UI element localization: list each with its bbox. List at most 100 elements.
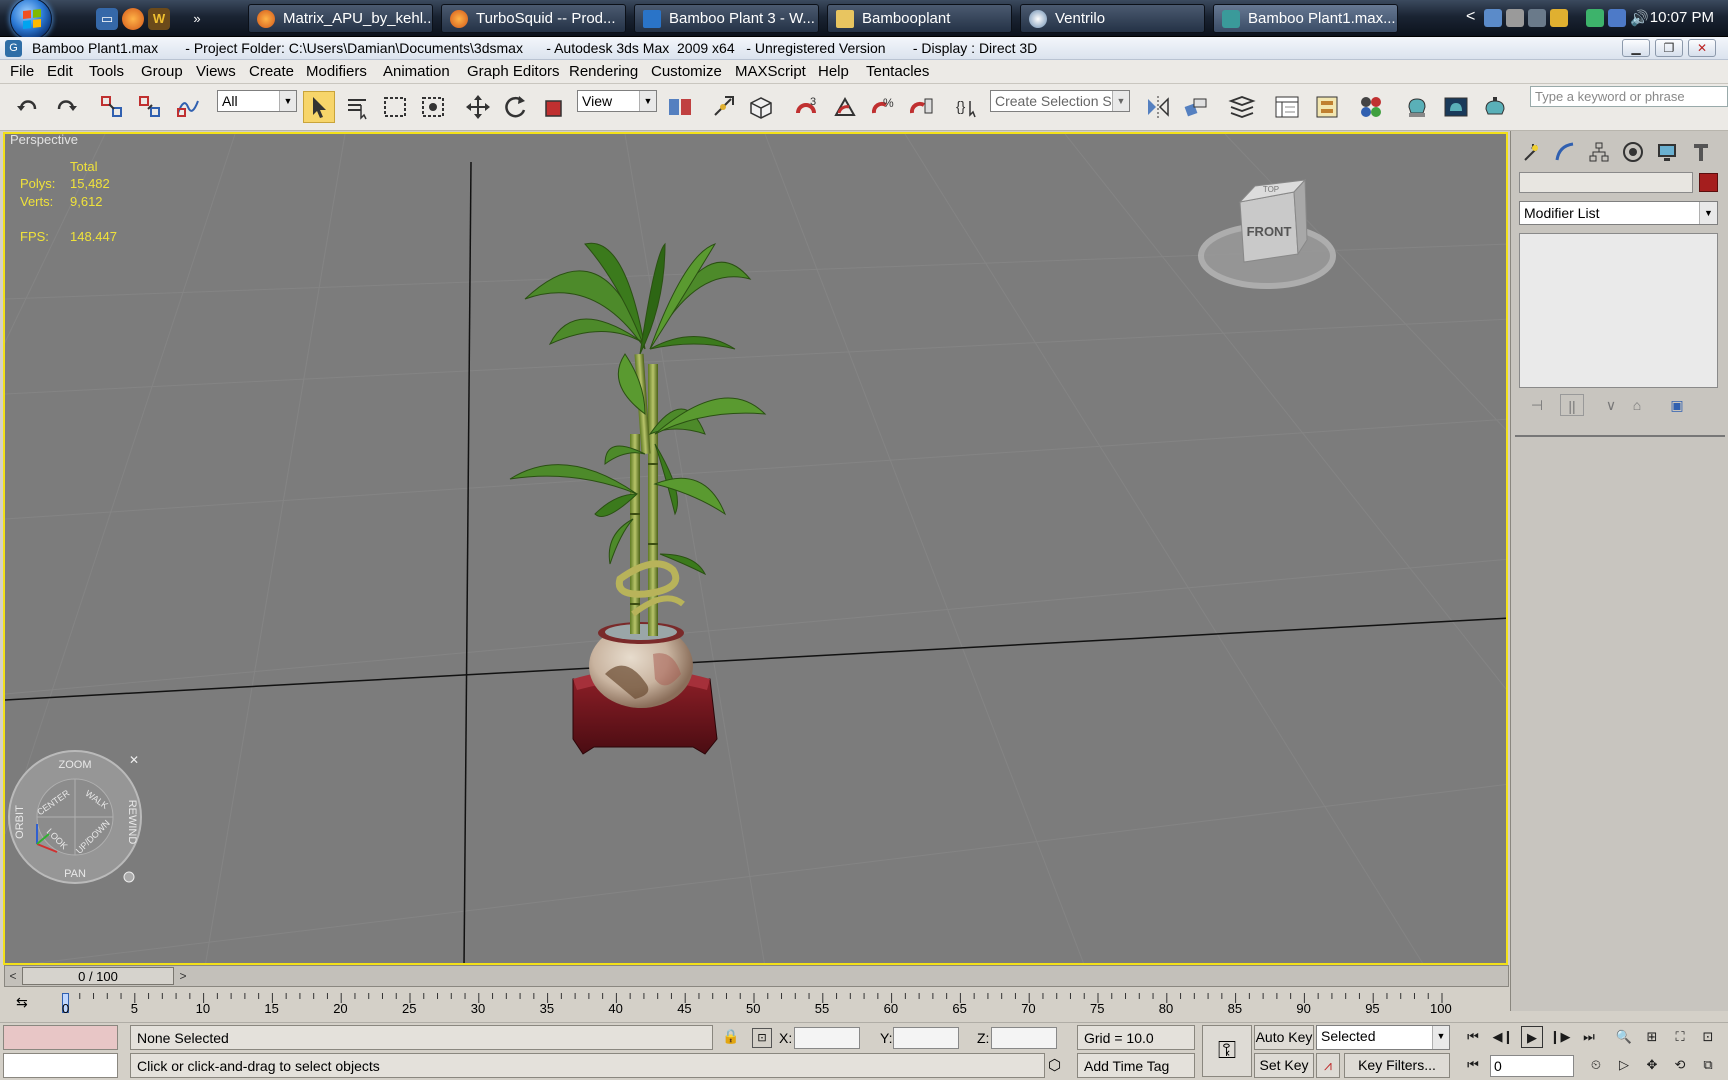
maxscript-input-mini[interactable] [3,1053,118,1078]
modifier-stack[interactable] [1519,233,1718,388]
task-button-turbosquid[interactable]: TurboSquid -- Prod... [441,4,626,33]
select-and-link-icon[interactable] [96,91,128,123]
angle-snap-icon[interactable] [829,91,861,123]
steering-wheel[interactable]: ZOOM ORBIT REWIND PAN CENTER WALK LOOK U… [8,750,142,884]
search-input[interactable]: Type a keyword or phrase [1530,86,1728,107]
menu-maxscript[interactable]: MAXScript [735,63,806,80]
selection-filter-dropdown[interactable]: All ▼ [217,90,297,112]
select-object-icon[interactable] [303,91,335,123]
menu-customize[interactable]: Customize [651,63,722,80]
task-button-matrix[interactable]: Matrix_APU_by_kehl... [248,4,433,33]
rectangular-selection-icon[interactable] [379,91,411,123]
y-coordinate-field[interactable] [893,1027,959,1049]
set-key-button[interactable]: Set Key [1254,1053,1314,1078]
mirror-icon[interactable] [1142,91,1174,123]
wheel-menu-icon[interactable] [123,871,135,883]
3dsmax-icon[interactable]: G [5,40,22,57]
default-in-out-tangents-icon[interactable]: ⩘ [1316,1053,1340,1078]
power-tray-icon[interactable] [1586,9,1604,27]
time-slider-thumb[interactable]: 0 / 100 [22,967,174,985]
key-mode-toggle-icon[interactable]: ⏮ [1462,1054,1484,1076]
pan-view-icon[interactable]: ✥ [1641,1054,1663,1076]
restore-button[interactable]: ❐ [1655,39,1683,57]
go-to-end-icon[interactable]: ⏭ [1578,1026,1600,1048]
menu-file[interactable]: File [10,63,34,80]
modifier-list-dropdown[interactable]: Modifier List ▼ [1519,201,1718,225]
add-time-tag[interactable]: Add Time Tag [1077,1053,1195,1078]
select-and-move-icon[interactable] [462,91,494,123]
pivot-center-icon[interactable] [664,91,696,123]
show-end-result-icon[interactable]: || [1560,394,1584,416]
menu-views[interactable]: Views [196,63,236,80]
cube-icon[interactable]: ⬡ [1048,1056,1061,1074]
hierarchy-tab-icon[interactable] [1585,138,1613,166]
set-key-icon[interactable]: ⚿ [1202,1025,1252,1077]
perspective-viewport[interactable]: FRONT TOP ZOOM ORBIT REWIND PAN CENTER W… [3,132,1508,965]
time-slider[interactable]: < 0 / 100 > [4,965,1509,987]
percent-snap-icon[interactable]: % [867,91,899,123]
viewport-label[interactable]: Perspective [10,134,78,147]
keyboard-shortcut-override-icon[interactable] [745,91,777,123]
zoom-extents-all-icon[interactable]: ⊡ [1697,1026,1719,1048]
snaps-toggle-icon[interactable]: 3 [791,91,823,123]
pin-stack-icon[interactable]: ⊣ [1525,394,1549,416]
material-editor-icon[interactable] [1355,91,1387,123]
window-crossing-icon[interactable] [417,91,449,123]
select-by-name-icon[interactable] [341,91,373,123]
network-tray-icon[interactable] [1484,9,1502,27]
object-color-swatch[interactable] [1699,173,1718,192]
x-coordinate-field[interactable] [794,1027,860,1049]
render-setup-icon[interactable] [1401,91,1433,123]
display-tab-icon[interactable] [1653,138,1681,166]
volume-icon[interactable]: 🔊 [1630,9,1649,27]
task-button-3dsmax[interactable]: Bamboo Plant1.max... [1213,4,1398,33]
viewcube-front-label[interactable]: FRONT [1247,224,1292,239]
maximize-viewport-icon[interactable]: ⧉ [1697,1054,1719,1076]
spinner-snap-icon[interactable] [905,91,937,123]
firefox-icon[interactable] [122,8,144,30]
z-coordinate-field[interactable] [991,1027,1057,1049]
manipulate-icon[interactable] [707,91,739,123]
configure-modifier-sets-icon[interactable]: ▣ [1665,394,1689,416]
time-configuration-icon[interactable]: ⏲ [1585,1054,1607,1076]
track-bar[interactable]: ⇆ 0 5 10 15 20 25 30 35 40 45 50 55 60 65 70 75 80 85 90 95… [0,990,1510,1020]
bind-to-space-warp-icon[interactable] [172,91,204,123]
menu-create[interactable]: Create [249,63,294,80]
redo-icon[interactable] [50,91,82,123]
motion-tab-icon[interactable] [1619,138,1647,166]
menu-animation[interactable]: Animation [383,63,450,80]
key-filters-button[interactable]: Key Filters... [1344,1053,1450,1078]
previous-frame-icon[interactable]: ◀❙ [1492,1026,1514,1048]
key-mode-dropdown[interactable]: Selected ▼ [1316,1025,1450,1050]
wheel-rewind[interactable]: REWIND [126,800,138,845]
play-icon[interactable]: ▶ [1521,1026,1543,1048]
monitor-tray-icon[interactable] [1528,9,1546,27]
zoom-all-icon[interactable]: ⊞ [1641,1026,1663,1048]
unlink-selection-icon[interactable] [134,91,166,123]
select-and-rotate-icon[interactable] [500,91,532,123]
start-button[interactable] [10,0,52,40]
close-icon[interactable]: ✕ [129,753,139,767]
task-button-bambooplant[interactable]: Bambooplant [827,4,1012,33]
field-of-view-icon[interactable]: ▷ [1613,1054,1635,1076]
next-frame-arrow[interactable]: > [175,967,191,985]
maxscript-listener-mini[interactable] [3,1025,118,1050]
device-tray-icon[interactable] [1506,9,1524,27]
tray-expand-chevron[interactable]: < [1466,8,1475,26]
select-and-scale-icon[interactable] [538,91,570,123]
menu-graph-editors[interactable]: Graph Editors [467,63,560,80]
wow-icon[interactable]: W [148,8,170,30]
go-to-start-icon[interactable]: ⏮ [1462,1026,1484,1048]
viewcube-top-label[interactable]: TOP [1263,185,1279,194]
wheel-zoom[interactable]: ZOOM [59,759,92,771]
render-production-icon[interactable] [1479,91,1511,123]
menu-group[interactable]: Group [141,63,183,80]
app-tray-icon[interactable] [1550,9,1568,27]
modify-tab-icon[interactable] [1551,138,1579,166]
undo-icon[interactable] [12,91,44,123]
utilities-tab-icon[interactable] [1687,138,1715,166]
show-desktop-icon[interactable]: ▭ [96,8,118,30]
rendered-frame-window-icon[interactable] [1440,91,1472,123]
menu-help[interactable]: Help [818,63,849,80]
remove-modifier-icon[interactable]: ⌂ [1625,394,1649,416]
